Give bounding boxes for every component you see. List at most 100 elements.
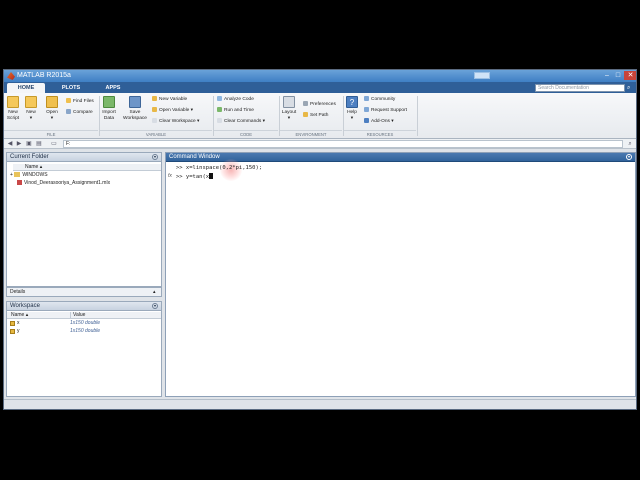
- command-history-line: >> x=linspace(0,2*pi,150);: [176, 165, 263, 171]
- request-support-label: Request Support: [371, 107, 408, 113]
- matlab-logo-icon: [7, 72, 15, 80]
- workspace-title-text: Workspace: [10, 303, 40, 309]
- variable-name: x: [17, 320, 20, 326]
- preferences-label: Preferences: [310, 101, 336, 107]
- clear-commands-button[interactable]: Clear Commands ▾: [217, 118, 265, 125]
- name-column-header[interactable]: Name ▴: [11, 312, 28, 319]
- variable-name: y: [17, 328, 20, 334]
- chevron-down-icon: ▾: [350, 115, 354, 121]
- layout-button[interactable]: Layout ▾: [281, 96, 297, 121]
- set-path-label: Set Path: [310, 112, 329, 118]
- current-folder-path[interactable]: F:: [63, 140, 623, 148]
- help-button[interactable]: ? Help ▾: [345, 96, 359, 121]
- variable-value: 1x150 double: [70, 328, 101, 334]
- clear-commands-label: Clear Commands: [224, 118, 262, 124]
- current-folder-title-text: Current Folder: [10, 154, 49, 160]
- import-data-button[interactable]: Import Data: [100, 96, 118, 121]
- browse-folder-icon[interactable]: ▤: [35, 140, 43, 148]
- new-script-label: New Script: [6, 110, 20, 121]
- new-button[interactable]: New ▾: [24, 96, 38, 121]
- command-window[interactable]: Command Window ▾ >> x=linspace(0,2*pi,15…: [165, 152, 636, 397]
- gear-icon: [303, 101, 308, 106]
- open-button[interactable]: Open ▾: [44, 96, 60, 121]
- add-ons-label: Add-Ons: [371, 118, 390, 124]
- layout-icon: [283, 96, 295, 108]
- save-icon: [129, 96, 141, 108]
- run-and-time-icon: [217, 107, 222, 112]
- search-documentation-input[interactable]: Search Documentation: [535, 84, 625, 92]
- add-ons-icon: [364, 118, 369, 123]
- chevron-down-icon: ▾: [50, 115, 54, 121]
- open-variable-label: Open Variable: [159, 107, 190, 113]
- import-data-icon: [103, 96, 115, 108]
- run-and-time-button[interactable]: Run and Time: [217, 107, 254, 114]
- sort-up-icon: ▴: [39, 164, 43, 170]
- function-browser-icon[interactable]: fx: [168, 173, 172, 179]
- new-variable-button[interactable]: New Variable: [152, 96, 187, 103]
- panel-actions-icon[interactable]: ▾: [152, 303, 158, 309]
- variable-icon: [10, 321, 15, 326]
- up-folder-icon[interactable]: ▣: [25, 140, 33, 148]
- open-variable-icon: [152, 107, 157, 112]
- table-row[interactable]: y 1x150 double: [7, 328, 161, 335]
- add-ons-button[interactable]: Add-Ons ▾: [364, 118, 394, 125]
- chevron-down-icon: ▾: [195, 118, 200, 124]
- close-button[interactable]: ✕: [624, 71, 636, 80]
- maximize-button[interactable]: □: [613, 71, 623, 80]
- analyze-code-button[interactable]: Analyze Code: [217, 96, 254, 103]
- search-icon[interactable]: ⌕: [627, 84, 635, 92]
- find-files-label: Find Files: [73, 98, 94, 104]
- new-script-button[interactable]: New Script: [6, 96, 20, 121]
- open-variable-button[interactable]: Open Variable ▾: [152, 107, 193, 114]
- open-label: Open: [46, 110, 58, 115]
- analyze-code-label: Analyze Code: [224, 96, 254, 102]
- table-row[interactable]: x 1x150 double: [7, 320, 161, 327]
- folder-icon: [14, 172, 21, 178]
- workspace-column-header: Name ▴ Value: [7, 312, 161, 319]
- tab-plots[interactable]: PLOTS: [56, 83, 86, 93]
- value-column-header[interactable]: Value: [70, 312, 85, 319]
- file-name: Vinod_Deerasooriya_Assignment1.mlx: [24, 180, 111, 186]
- run-and-time-label: Run and Time: [224, 107, 254, 113]
- clear-workspace-icon: [152, 118, 157, 123]
- list-item[interactable]: + WINDOWS: [10, 172, 48, 179]
- address-bar: ◀ ▶ ▣ ▤ ▭ F: ⌕: [4, 139, 636, 149]
- set-path-button[interactable]: Set Path: [303, 112, 328, 119]
- set-path-icon: [303, 112, 308, 117]
- request-support-button[interactable]: Request Support: [364, 107, 407, 114]
- expand-icon[interactable]: +: [10, 172, 13, 178]
- preferences-button[interactable]: Preferences: [303, 101, 336, 108]
- list-item[interactable]: Vinod_Deerasooriya_Assignment1.mlx: [17, 180, 110, 187]
- clear-workspace-button[interactable]: Clear Workspace ▾: [152, 118, 199, 125]
- import-data-label: Import Data: [102, 110, 116, 121]
- forward-arrow-icon[interactable]: ▶: [15, 140, 23, 148]
- analyze-code-icon: [217, 96, 222, 101]
- chevron-down-icon: ▾: [389, 118, 394, 124]
- quick-access-toolbar[interactable]: [474, 72, 490, 79]
- ribbon: New Script New ▾ Open ▾ Find Files Compa…: [4, 93, 636, 139]
- back-arrow-icon[interactable]: ◀: [6, 140, 14, 148]
- compare-button[interactable]: Compare: [66, 109, 93, 116]
- find-files-button[interactable]: Find Files: [66, 98, 94, 105]
- search-icon[interactable]: ⌕: [626, 140, 634, 148]
- details-bar[interactable]: Details ▴: [6, 287, 162, 297]
- new-label: New: [26, 110, 36, 115]
- save-workspace-button[interactable]: Save Workspace: [121, 96, 149, 121]
- file-group-label: FILE: [4, 130, 98, 138]
- command-input-line[interactable]: >> y=tan(x: [176, 173, 214, 181]
- chevron-up-icon[interactable]: ▴: [153, 290, 158, 295]
- divider: [417, 96, 418, 136]
- matlab-window: MATLAB R2015a – □ ✕ HOME PLOTS APPS Sear…: [3, 69, 637, 410]
- minimize-button[interactable]: –: [602, 71, 612, 80]
- community-button[interactable]: Community: [364, 96, 395, 103]
- tab-home[interactable]: HOME: [7, 83, 45, 93]
- tab-apps[interactable]: APPS: [98, 83, 128, 93]
- current-folder-panel: Current Folder ▾ Name ▴ + WINDOWS Vinod_…: [6, 152, 162, 287]
- current-folder-column-header[interactable]: Name ▴: [13, 164, 161, 171]
- panel-actions-icon[interactable]: ▾: [626, 154, 632, 160]
- name-column-header: Name: [25, 164, 39, 170]
- panel-actions-icon[interactable]: ▾: [152, 154, 158, 160]
- live-script-file-icon: [17, 180, 22, 186]
- code-group-label: CODE: [214, 130, 278, 138]
- command-window-title-text: Command Window: [169, 154, 220, 160]
